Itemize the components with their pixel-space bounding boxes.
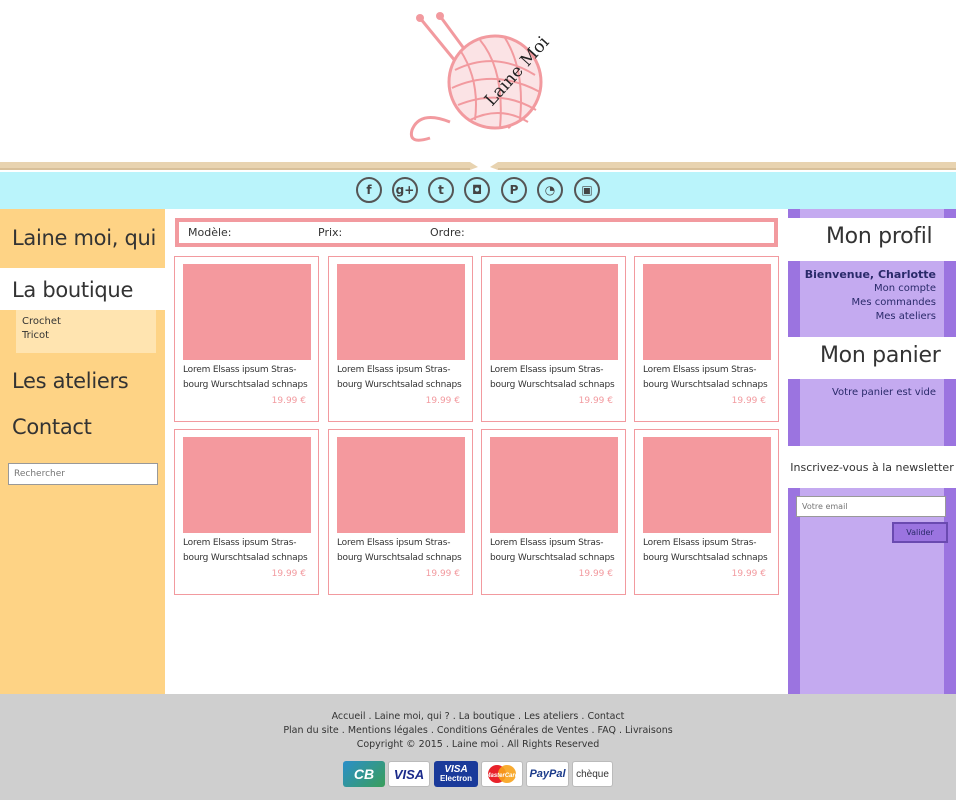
submenu-item-crochet[interactable]: Crochet [22, 316, 61, 327]
filter-price[interactable]: Prix: [318, 226, 342, 239]
product-title: Lorem Elsass ipsum Stras- [490, 365, 604, 375]
yarn-ball-logo[interactable]: Laine Moi [400, 10, 550, 150]
product-title: Lorem Elsass ipsum Stras- [337, 365, 451, 375]
product-card[interactable]: Lorem Elsass ipsum Stras- bourg Wurschts… [481, 256, 626, 422]
cheque-icon: chèque [572, 761, 613, 787]
product-title: bourg Wurschtsalad schnaps [183, 380, 308, 390]
link-mes-commandes[interactable]: Mes commandes [800, 297, 936, 308]
site-header: Laine Moi [0, 0, 956, 172]
pinterest-icon[interactable]: P [501, 177, 527, 203]
product-card[interactable]: Lorem Elsass ipsum Stras- bourg Wurschts… [634, 256, 779, 422]
profile-welcome: Bienvenue, Charlotte [804, 268, 936, 281]
tumblr-icon[interactable]: t [428, 177, 454, 203]
product-title: bourg Wurschtsalad schnaps [183, 553, 308, 563]
googleplus-icon[interactable]: g+ [392, 177, 418, 203]
nav-item-la-boutique[interactable]: La boutique [12, 278, 133, 302]
filter-model[interactable]: Modèle: [188, 226, 232, 239]
visa-card-icon: VISA [388, 761, 430, 787]
product-title: bourg Wurschtsalad schnaps [337, 553, 462, 563]
product-title: bourg Wurschtsalad schnaps [490, 380, 615, 390]
newsletter-title: Inscrivez-vous à la newsletter [790, 461, 954, 474]
product-price: 19.99 € [578, 396, 613, 406]
cart-title: Mon panier [820, 343, 941, 368]
newsletter-email-input[interactable] [796, 496, 946, 517]
product-image[interactable] [337, 437, 465, 533]
facebook-icon[interactable]: f [356, 177, 382, 203]
footer-nav-links[interactable]: Accueil . Laine moi, qui ? . La boutique… [0, 711, 956, 722]
product-image[interactable] [337, 264, 465, 360]
cart-empty-text: Votre panier est vide [831, 387, 936, 398]
rss-icon[interactable]: ◔ [537, 177, 563, 203]
product-image[interactable] [490, 437, 618, 533]
search-input[interactable] [8, 463, 158, 485]
product-price: 19.99 € [271, 396, 306, 406]
instagram-icon[interactable]: ◘ [464, 177, 490, 203]
filter-bar [175, 218, 778, 247]
profile-title: Mon profil [826, 224, 933, 249]
product-card[interactable]: Lorem Elsass ipsum Stras- bourg Wurschts… [328, 429, 473, 595]
footer-copyright: Copyright © 2015 . Laine moi . All Right… [356, 739, 600, 750]
paypal-icon: PayPal [526, 761, 569, 787]
footer-legal-links[interactable]: Plan du site . Mentions légales . Condit… [0, 725, 956, 736]
product-title: Lorem Elsass ipsum Stras- [643, 538, 757, 548]
product-card[interactable]: Lorem Elsass ipsum Stras- bourg Wurschts… [174, 256, 319, 422]
nav-item-les-ateliers[interactable]: Les ateliers [12, 369, 129, 393]
youtube-icon[interactable]: ▣ [574, 177, 600, 203]
submenu-item-tricot[interactable]: Tricot [22, 330, 49, 341]
product-image[interactable] [643, 437, 771, 533]
knitting-needle-divider [0, 162, 956, 170]
product-price: 19.99 € [578, 569, 613, 579]
cb-card-icon: CB [343, 761, 385, 787]
product-title: bourg Wurschtsalad schnaps [490, 553, 615, 563]
product-image[interactable] [490, 264, 618, 360]
nav-item-laine-moi-qui[interactable]: Laine moi, qui [12, 226, 156, 250]
product-title: bourg Wurschtsalad schnaps [337, 380, 462, 390]
product-price: 19.99 € [731, 396, 766, 406]
product-price: 19.99 € [731, 569, 766, 579]
link-mes-ateliers[interactable]: Mes ateliers [800, 311, 936, 322]
product-title: Lorem Elsass ipsum Stras- [183, 538, 297, 548]
mastercard-icon: MasterCard [481, 761, 523, 787]
product-card[interactable]: Lorem Elsass ipsum Stras- bourg Wurschts… [634, 429, 779, 595]
product-image[interactable] [183, 264, 311, 360]
filter-order[interactable]: Ordre: [430, 226, 465, 239]
product-title: Lorem Elsass ipsum Stras- [643, 365, 757, 375]
product-title: Lorem Elsass ipsum Stras- [183, 365, 297, 375]
visa-electron-card-icon: VISA Electron [434, 761, 478, 787]
product-title: Lorem Elsass ipsum Stras- [490, 538, 604, 548]
link-mon-compte[interactable]: Mon compte [800, 283, 936, 294]
newsletter-submit-button[interactable]: Valider [892, 522, 948, 543]
product-price: 19.99 € [271, 569, 306, 579]
product-card[interactable]: Lorem Elsass ipsum Stras- bourg Wurschts… [328, 256, 473, 422]
product-image[interactable] [183, 437, 311, 533]
product-title: bourg Wurschtsalad schnaps [643, 380, 768, 390]
product-card[interactable]: Lorem Elsass ipsum Stras- bourg Wurschts… [174, 429, 319, 595]
svg-text:MasterCard: MasterCard [485, 773, 518, 779]
nav-item-contact[interactable]: Contact [12, 415, 92, 439]
product-image[interactable] [643, 264, 771, 360]
product-price: 19.99 € [425, 569, 460, 579]
product-title: Lorem Elsass ipsum Stras- [337, 538, 451, 548]
product-card[interactable]: Lorem Elsass ipsum Stras- bourg Wurschts… [481, 429, 626, 595]
product-title: bourg Wurschtsalad schnaps [643, 553, 768, 563]
product-price: 19.99 € [425, 396, 460, 406]
